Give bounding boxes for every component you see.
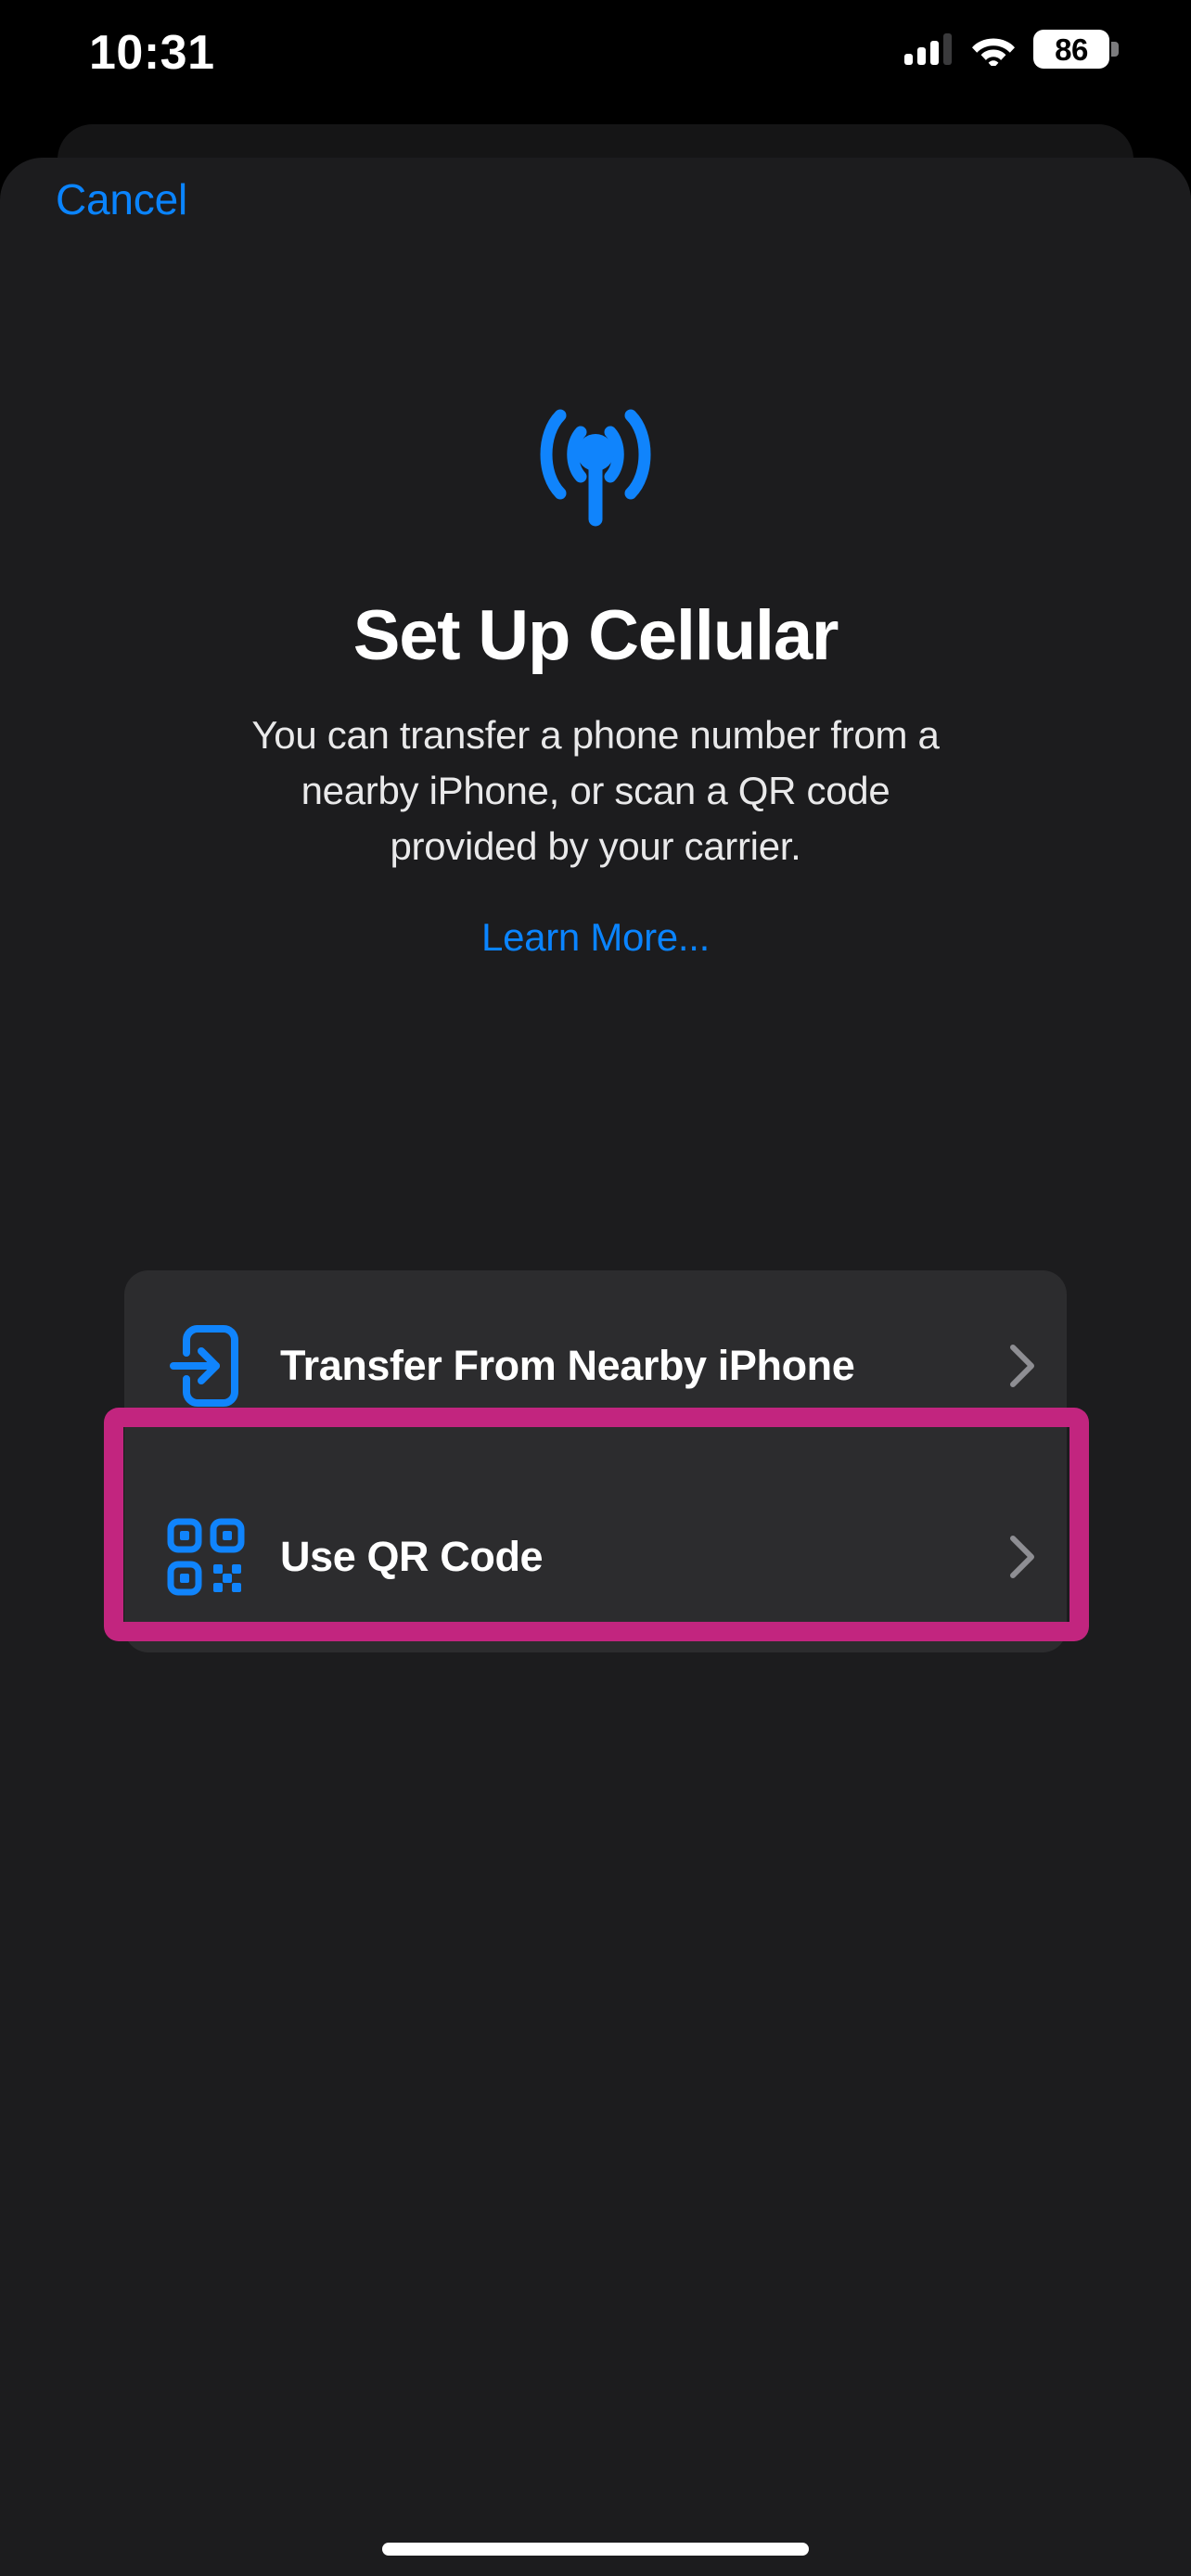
status-bar-indicators: 86 [904,28,1119,70]
qr-code-icon [161,1518,250,1596]
home-indicator [382,2543,809,2556]
status-bar-time: 10:31 [89,26,215,80]
setup-options-list: Transfer From Nearby iPhone Use QR Code [124,1270,1067,1652]
battery-icon: 86 [1033,30,1119,69]
hero-section: Set Up Cellular You can transfer a phone… [0,389,1191,960]
battery-level-text: 86 [1055,32,1088,67]
cellular-signal-icon [904,33,952,65]
antenna-radiowaves-icon [540,409,651,527]
option-label: Use QR Code [280,1533,544,1580]
cancel-button[interactable]: Cancel [56,174,187,224]
description-text: You can transfer a phone number from a n… [251,713,940,868]
status-bar: 10:31 86 [0,0,1191,139]
learn-more-link[interactable]: Learn More... [481,915,710,960]
iphone-screen: 10:31 86 Cancel Set Up Cellular You can … [0,0,1191,2576]
iphone-arrow-forward-icon [161,1321,250,1410]
battery-tip [1111,42,1119,57]
wifi-icon [972,38,1015,66]
chevron-right-icon [1010,1536,1034,1578]
navigation-bar: Cancel [0,158,1191,269]
option-row-transfer-from-nearby-iphone[interactable]: Transfer From Nearby iPhone [124,1270,1067,1461]
option-row-use-qr-code[interactable]: Use QR Code [124,1461,1067,1652]
chevron-right-icon [1010,1345,1034,1387]
page-title: Set Up Cellular [352,596,839,675]
option-label: Transfer From Nearby iPhone [280,1342,855,1389]
cellular-setup-sheet: Cancel Set Up Cellular You can transfer … [0,158,1191,2576]
